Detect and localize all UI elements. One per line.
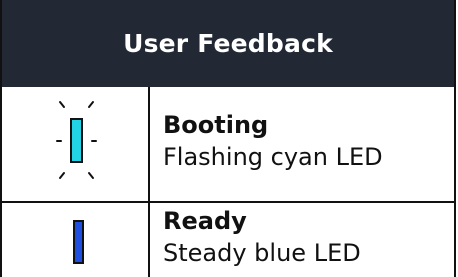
steady-led-icon [73,220,84,264]
text-cell: Ready Steady blue LED [150,203,454,277]
state-title: Booting [163,111,269,139]
text-cell: Booting Flashing cyan LED [150,87,454,201]
user-feedback-table: User Feedback Booting Flashing cyan LED [0,0,456,277]
state-title: Ready [163,207,247,235]
table-header: User Feedback [2,0,454,87]
icon-cell [2,203,150,277]
state-description: Steady blue LED [163,239,361,267]
state-description: Flashing cyan LED [163,143,383,171]
table-row: Booting Flashing cyan LED [2,87,454,203]
table-row: Ready Steady blue LED [2,203,454,277]
flashing-led-icon [70,118,83,163]
icon-cell [2,87,150,201]
